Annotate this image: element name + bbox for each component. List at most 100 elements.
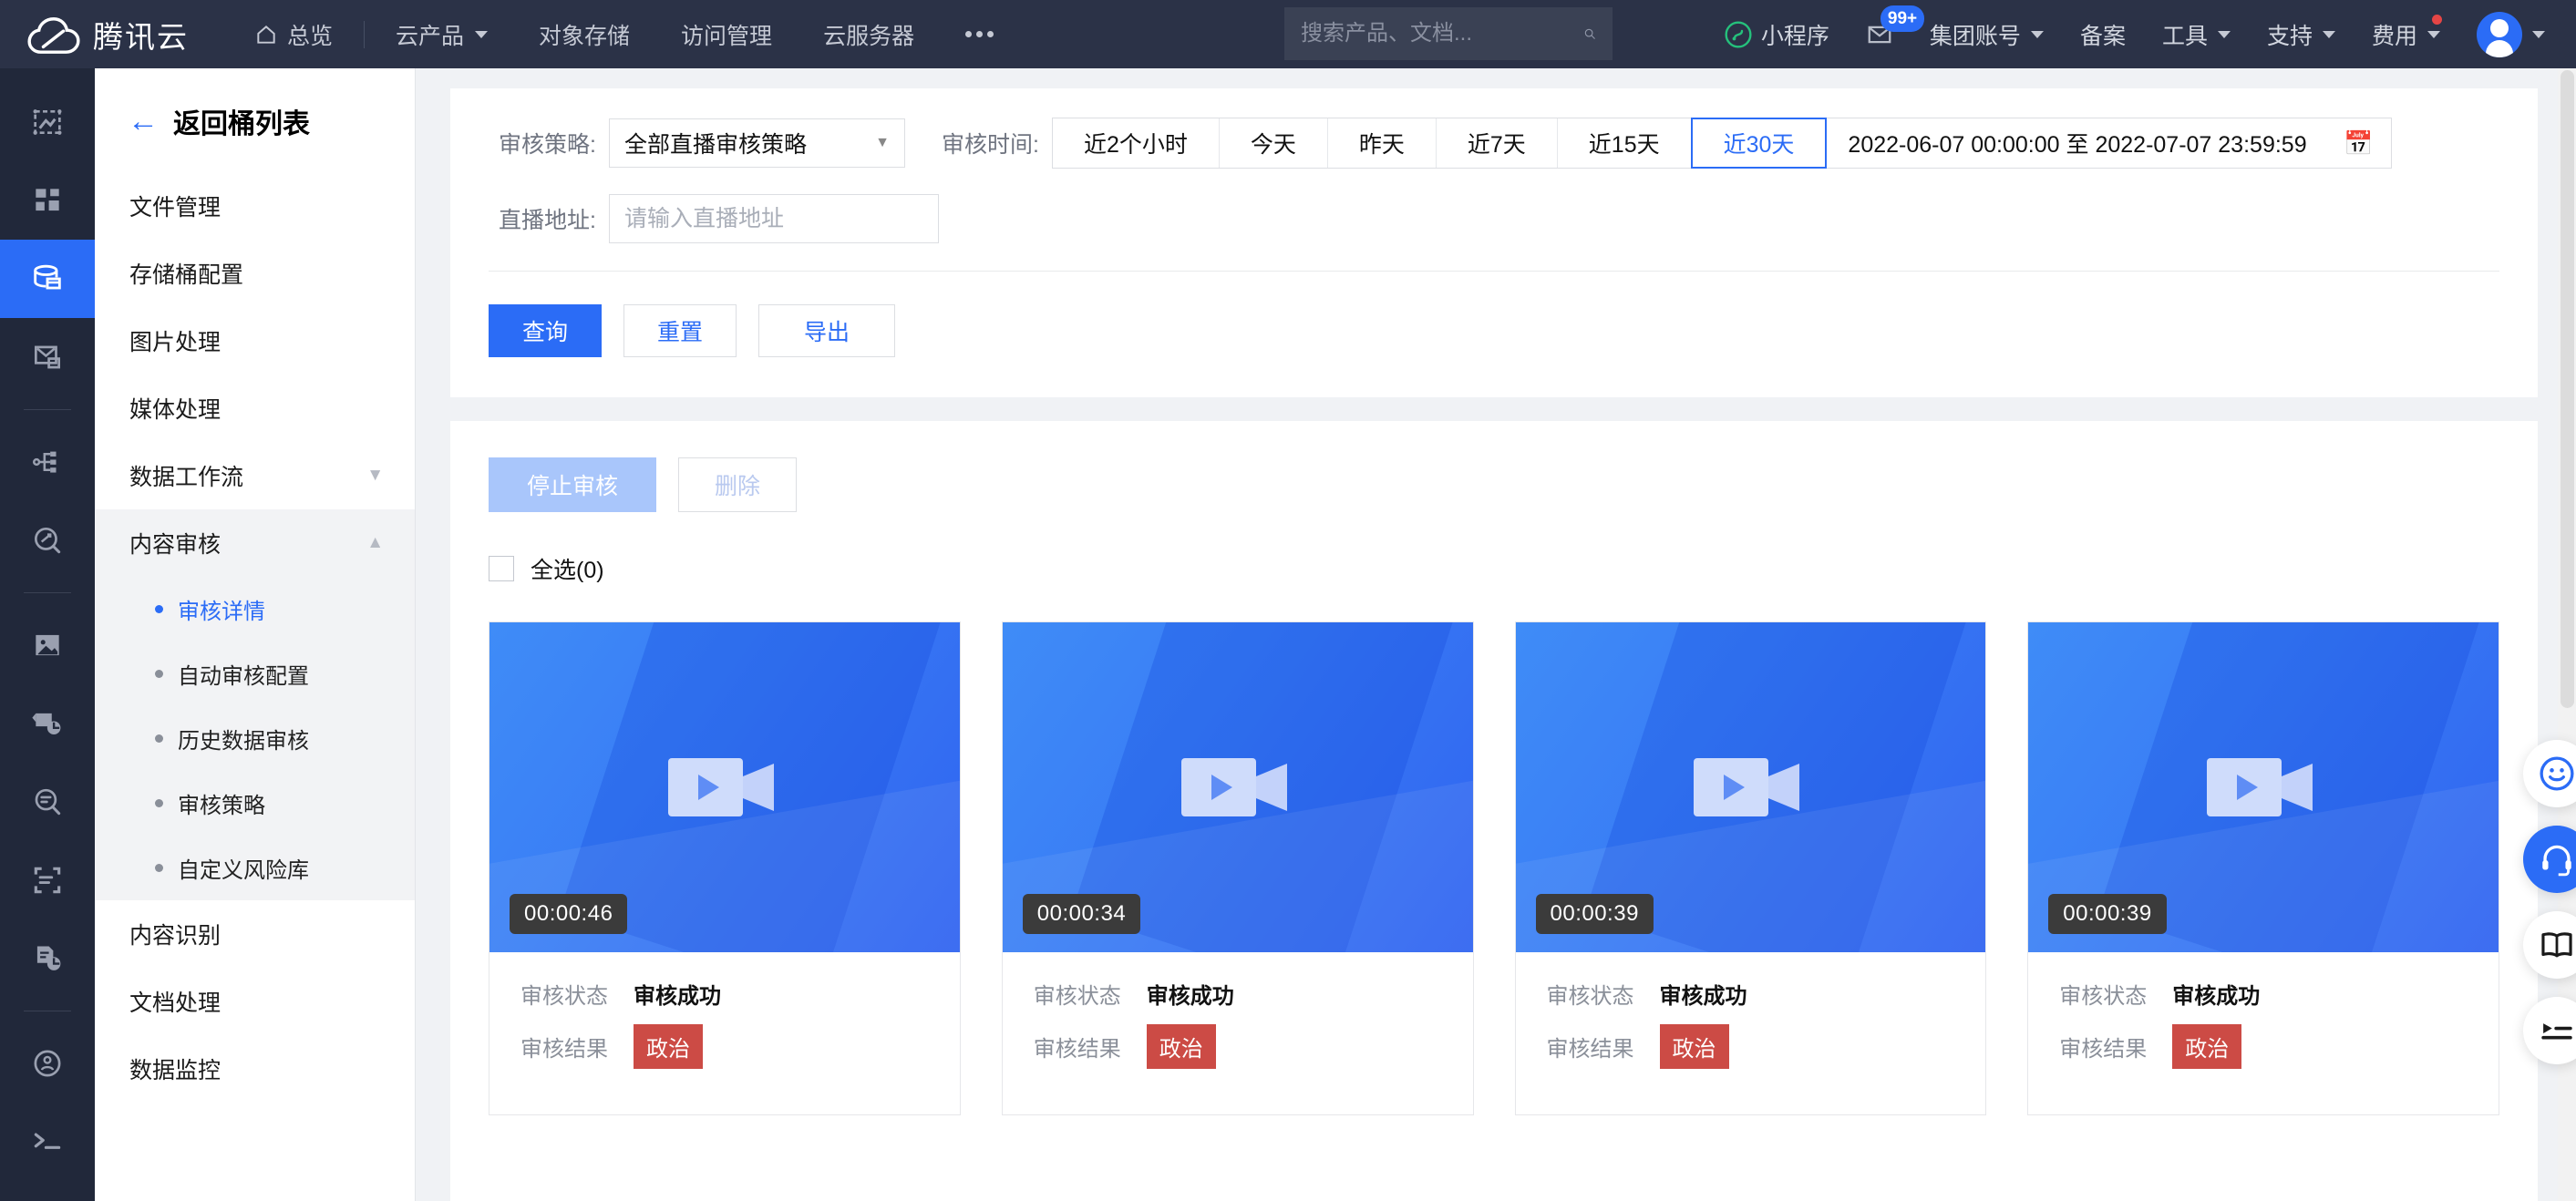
rail-item-inbox[interactable] xyxy=(0,318,95,396)
global-search[interactable] xyxy=(1284,7,1613,60)
nav-item-icp-filing[interactable]: 备案 xyxy=(2062,0,2144,68)
sidebar-item-bucket-config[interactable]: 存储桶配置 xyxy=(95,240,415,307)
nav-item-more[interactable] xyxy=(940,0,1019,68)
rail-item-user-badge[interactable] xyxy=(0,1024,95,1103)
delete-button[interactable]: 删除 xyxy=(678,457,797,512)
nav-label: 云服务器 xyxy=(823,18,914,51)
video-thumbnail[interactable]: 00:00:34 xyxy=(1003,622,1473,952)
moderation-result-label: 审核结果 xyxy=(1547,1031,1660,1062)
sidebar-subitem-label: 历史数据审核 xyxy=(178,723,309,754)
select-all-checkbox[interactable] xyxy=(489,556,514,581)
chevron-down-icon xyxy=(2532,31,2545,38)
nav-item-group-account[interactable]: 集团账号 xyxy=(1911,0,2062,68)
nav-item-user-account[interactable] xyxy=(2458,0,2576,68)
sidebar-item-content-moderation[interactable]: 内容审核 ▲ xyxy=(95,509,415,577)
nav-item-billing[interactable]: 费用 xyxy=(2354,0,2458,68)
video-thumbnail[interactable]: 00:00:39 xyxy=(1516,622,1986,952)
search-icon[interactable] xyxy=(1583,20,1596,47)
console-list-icon xyxy=(2538,1011,2576,1050)
video-card[interactable]: 00:00:39 审核状态 审核成功 审核结果 政治 xyxy=(2027,621,2499,1115)
export-button[interactable]: 导出 xyxy=(758,304,895,357)
rail-item-scan[interactable] xyxy=(0,841,95,919)
user-badge-icon xyxy=(30,1046,65,1081)
sidebar-item-document-processing[interactable]: 文档处理 xyxy=(95,968,415,1035)
nav-label: 访问管理 xyxy=(681,18,772,51)
sidebar-item-data-workflow[interactable]: 数据工作流 ▼ xyxy=(95,442,415,509)
scrollbar-thumb[interactable] xyxy=(2561,70,2574,708)
select-all-control[interactable]: 全选(0) xyxy=(489,552,2499,585)
sidebar-item-data-monitoring[interactable]: 数据监控 xyxy=(95,1035,415,1103)
moderation-status-label: 审核状态 xyxy=(2059,978,2172,1010)
video-duration: 00:00:34 xyxy=(1023,894,1140,934)
sidebar-item-image-processing[interactable]: 图片处理 xyxy=(95,307,415,375)
sidebar-subitem-historical-data-moderation[interactable]: 历史数据审核 xyxy=(95,706,415,771)
sidebar-item-file-management[interactable]: 文件管理 xyxy=(95,172,415,240)
live-address-input[interactable] xyxy=(609,194,939,243)
brand-name: 腾讯云 xyxy=(93,13,189,56)
stop-review-button[interactable]: 停止审核 xyxy=(489,457,656,512)
sidebar-subitem-moderation-details[interactable]: 审核详情 xyxy=(95,577,415,642)
time-option-2h[interactable]: 近2个小时 xyxy=(1053,118,1220,168)
date-range-picker[interactable]: 2022-06-07 00:00:00 至 2022-07-07 23:59:5… xyxy=(1826,118,2391,168)
documentation-button[interactable] xyxy=(2523,911,2576,979)
sidebar-subitem-label: 自定义风险库 xyxy=(178,852,309,884)
time-option-today[interactable]: 今天 xyxy=(1220,118,1328,168)
sidebar-subitem-custom-risk-library[interactable]: 自定义风险库 xyxy=(95,836,415,900)
nav-item-tools[interactable]: 工具 xyxy=(2144,0,2249,68)
console-shortcut-button[interactable] xyxy=(2523,997,2576,1064)
rail-item-image-crop[interactable] xyxy=(0,83,95,161)
sidebar-subitem-auto-moderation-config[interactable]: 自动审核配置 xyxy=(95,642,415,706)
rail-item-inspect-tool[interactable] xyxy=(0,501,95,580)
rail-item-video-stats[interactable] xyxy=(0,684,95,763)
brand-logo[interactable]: 腾讯云 xyxy=(0,13,189,56)
status-badge: 政治 xyxy=(2172,1024,2241,1069)
sidebar-item-media-processing[interactable]: 媒体处理 xyxy=(95,375,415,442)
nav-item-object-storage[interactable]: 对象存储 xyxy=(513,0,655,68)
nav-item-support[interactable]: 支持 xyxy=(2249,0,2354,68)
main-content: 审核策略: 全部直播审核策略 ▼ 审核时间: 近2个小时 今天 昨天 近7天 近… xyxy=(416,68,2543,1201)
filter-actions: 查询 重置 导出 xyxy=(489,272,2499,397)
picture-icon xyxy=(30,628,65,662)
moderation-status-row: 审核状态 审核成功 xyxy=(1034,978,1442,1010)
rail-item-dashboard[interactable] xyxy=(0,161,95,240)
time-option-30d[interactable]: 近30天 xyxy=(1691,118,1828,169)
rail-item-terminal[interactable] xyxy=(0,1103,95,1181)
rail-item-storage-bucket[interactable] xyxy=(0,240,95,318)
bullet-icon xyxy=(155,734,163,743)
moderation-status-row: 审核状态 审核成功 xyxy=(520,978,929,1010)
video-duration: 00:00:39 xyxy=(2048,894,2166,934)
video-card[interactable]: 00:00:39 审核状态 审核成功 审核结果 政治 xyxy=(1515,621,1987,1115)
nav-item-cloud-server[interactable]: 云服务器 xyxy=(798,0,940,68)
rail-item-workflow[interactable] xyxy=(0,423,95,501)
moderation-result-row: 审核结果 政治 xyxy=(2059,1024,2468,1069)
video-card[interactable]: 00:00:46 审核状态 审核成功 审核结果 政治 xyxy=(489,621,961,1115)
policy-select[interactable]: 全部直播审核策略 ▼ xyxy=(609,118,905,168)
time-option-yesterday[interactable]: 昨天 xyxy=(1328,118,1437,168)
nav-item-miniprogram[interactable]: 小程序 xyxy=(1705,0,1848,68)
nav-item-cloud-products[interactable]: 云产品 xyxy=(370,0,513,68)
nav-item-messages[interactable]: 99+ xyxy=(1848,0,1911,68)
feedback-button[interactable] xyxy=(2523,740,2576,807)
rail-item-picture[interactable] xyxy=(0,606,95,684)
search-input[interactable] xyxy=(1301,21,1583,46)
video-thumbnail[interactable]: 00:00:46 xyxy=(489,622,960,952)
sidebar-subitem-moderation-policy[interactable]: 审核策略 xyxy=(95,771,415,836)
time-option-7d[interactable]: 近7天 xyxy=(1437,118,1558,168)
secondary-sidebar: ← 返回桶列表 文件管理 存储桶配置 图片处理 媒体处理 数据工作流 ▼ 内容审… xyxy=(95,68,416,1201)
moderation-result-row: 审核结果 政治 xyxy=(1034,1024,1442,1069)
filter-form: 审核策略: 全部直播审核策略 ▼ 审核时间: 近2个小时 今天 昨天 近7天 近… xyxy=(489,88,2499,397)
sidebar-item-label: 数据监控 xyxy=(129,1052,221,1085)
nav-item-overview[interactable]: 总览 xyxy=(229,0,358,68)
time-option-15d[interactable]: 近15天 xyxy=(1558,118,1692,168)
reset-button[interactable]: 重置 xyxy=(623,304,737,357)
video-thumbnail[interactable]: 00:00:39 xyxy=(2028,622,2499,952)
rail-item-document-stats[interactable] xyxy=(0,919,95,998)
nav-item-access-management[interactable]: 访问管理 xyxy=(655,0,798,68)
sidebar-item-content-recognition[interactable]: 内容识别 xyxy=(95,900,415,968)
customer-support-button[interactable] xyxy=(2523,826,2576,893)
rail-item-text-search[interactable] xyxy=(0,763,95,841)
query-button[interactable]: 查询 xyxy=(489,304,602,357)
video-card[interactable]: 00:00:34 审核状态 审核成功 审核结果 政治 xyxy=(1002,621,1474,1115)
back-to-bucket-list[interactable]: ← 返回桶列表 xyxy=(95,68,415,141)
nav-label: 总览 xyxy=(287,18,333,51)
